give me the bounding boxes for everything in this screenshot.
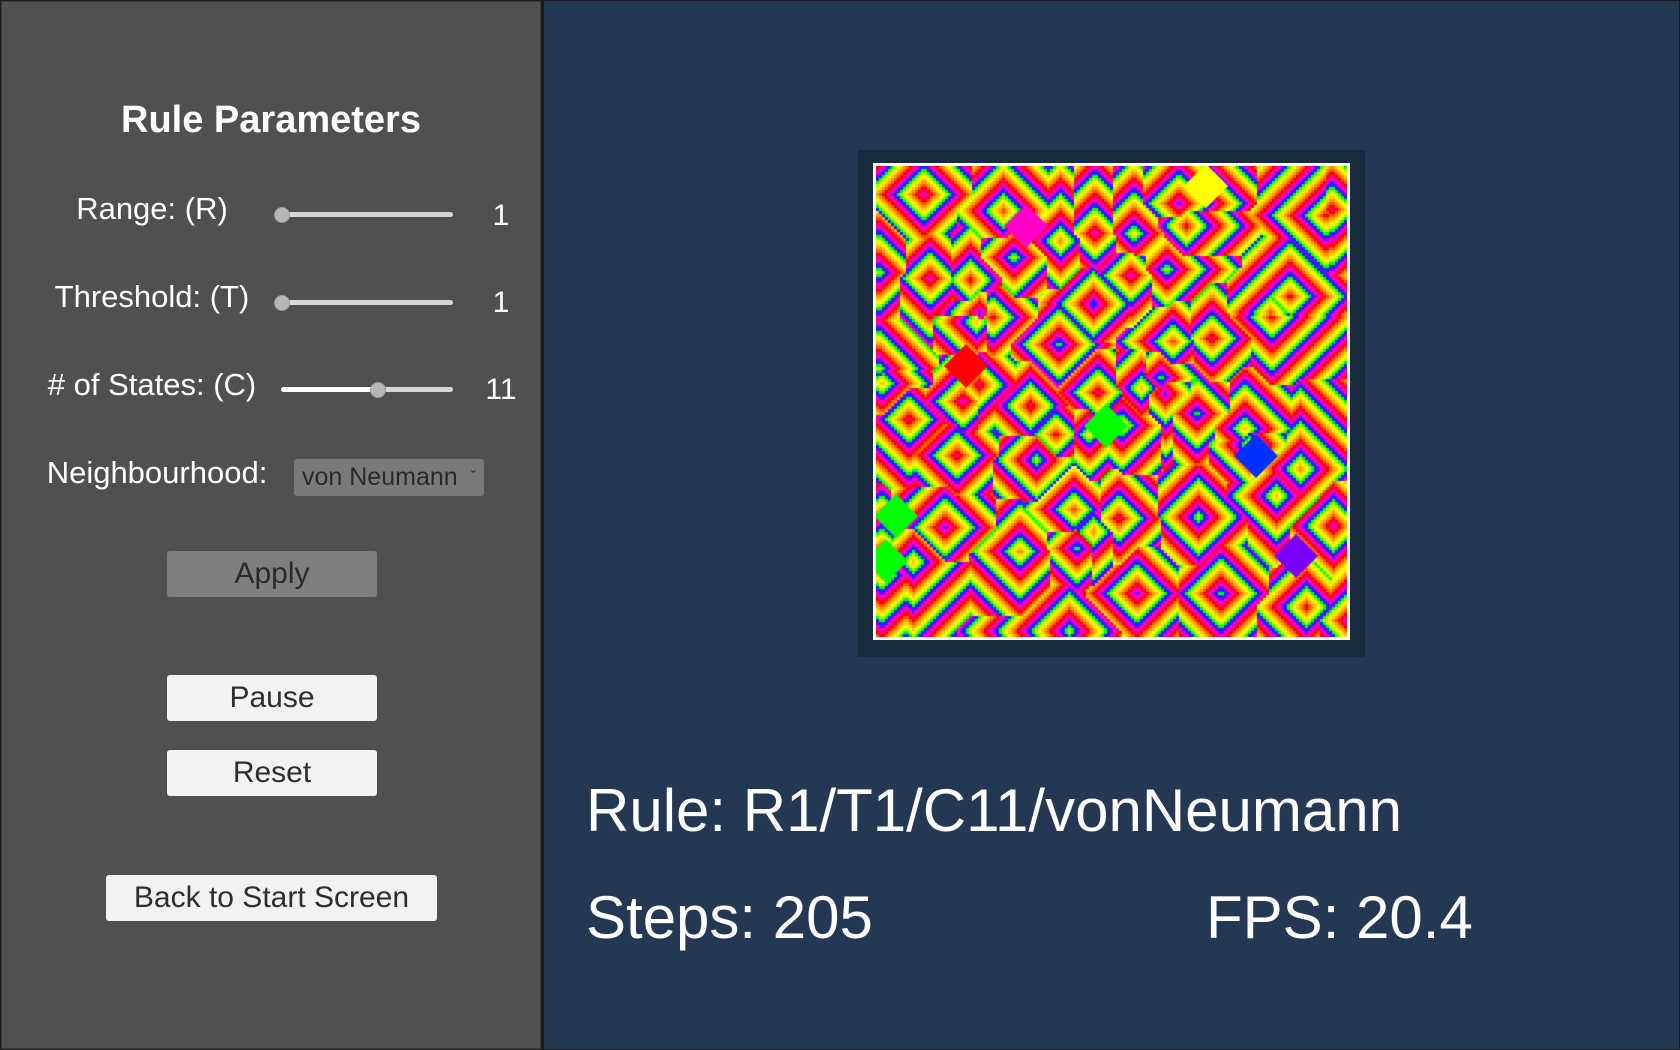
threshold-label: Threshold: (T)	[54, 279, 250, 314]
apply-button[interactable]: Apply	[167, 551, 377, 597]
slider-fill	[281, 387, 378, 392]
back-to-start-button[interactable]: Back to Start Screen	[106, 875, 437, 921]
threshold-slider[interactable]	[274, 287, 453, 317]
range-slider[interactable]	[274, 199, 453, 229]
range-label: Range: (R)	[76, 191, 228, 226]
simulation-border	[873, 163, 1350, 640]
rule-readout: Rule: R1/T1/C11/vonNeumann	[586, 777, 1402, 844]
neighbourhood-selected: von Neumann	[302, 463, 458, 491]
rule-parameters-panel: Rule Parameters Range: (R) 1 Threshold: …	[1, 1, 541, 1049]
range-value: 1	[492, 199, 510, 232]
simulation-frame	[858, 150, 1365, 657]
slider-handle[interactable]	[274, 295, 290, 311]
neighbourhood-dropdown[interactable]: von Neumann ˇ	[294, 459, 484, 496]
pause-button[interactable]: Pause	[167, 675, 377, 721]
states-label: # of States: (C)	[47, 367, 257, 402]
steps-readout: Steps: 205	[586, 884, 873, 951]
simulation-view: Rule: R1/T1/C11/vonNeumann Steps: 205 FP…	[544, 1, 1679, 1049]
threshold-value: 1	[492, 286, 510, 319]
cellular-automaton-grid	[876, 166, 1347, 637]
states-slider[interactable]	[281, 374, 453, 404]
app-window: Rule Parameters Range: (R) 1 Threshold: …	[0, 0, 1680, 1050]
panel-title: Rule Parameters	[121, 99, 421, 141]
fps-readout: FPS: 20.4	[1206, 884, 1473, 951]
reset-button[interactable]: Reset	[167, 750, 377, 796]
states-value: 11	[485, 373, 517, 406]
chevron-down-icon: ˇ	[470, 469, 476, 486]
slider-handle[interactable]	[274, 207, 290, 223]
slider-track	[281, 300, 453, 305]
neighbourhood-label: Neighbourhood:	[46, 455, 268, 490]
slider-track	[281, 212, 453, 217]
slider-handle[interactable]	[370, 382, 387, 398]
